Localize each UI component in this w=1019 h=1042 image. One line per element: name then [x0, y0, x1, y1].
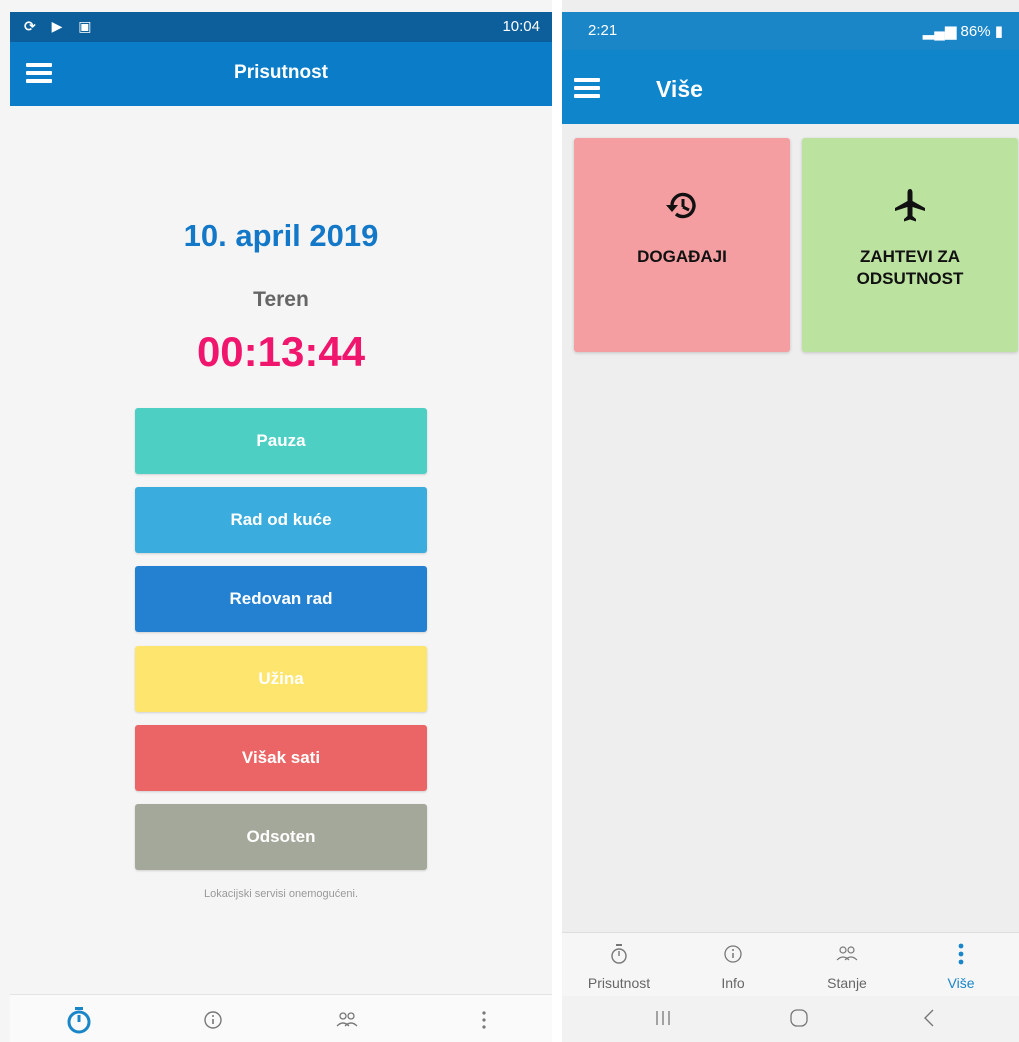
- current-date: 10. april 2019: [183, 218, 379, 253]
- home-icon[interactable]: [784, 1006, 814, 1030]
- battery-percent: 86%: [960, 23, 991, 40]
- nav-label: Prisutnost: [587, 975, 651, 991]
- page-title: Više: [656, 76, 703, 102]
- odsoten-button[interactable]: Odsoten: [135, 804, 427, 870]
- uzina-button[interactable]: Užina: [135, 646, 427, 712]
- tile-label: ZAHTEVI ZA ODSUTNOST: [856, 247, 964, 288]
- signal-icon: ▂▄▆: [922, 23, 961, 40]
- people-icon: [790, 941, 904, 967]
- nav-label: Info: [721, 975, 745, 991]
- status-battery: ▂▄▆ 86% ▮: [923, 22, 1003, 40]
- history-icon: [662, 186, 702, 226]
- nav-stanje[interactable]: Stanje: [790, 933, 904, 997]
- pauza-button[interactable]: Pauza: [135, 408, 427, 474]
- status-time: 10:04: [502, 18, 540, 35]
- nav-prisutnost[interactable]: Prisutnost: [562, 933, 676, 997]
- people-icon[interactable]: [332, 1005, 362, 1035]
- dogadjaji-tile[interactable]: DOGAĐAJI: [574, 138, 790, 352]
- recent-apps-icon[interactable]: [648, 1006, 678, 1030]
- info-icon[interactable]: [198, 1005, 228, 1035]
- menu-icon[interactable]: [574, 78, 600, 98]
- app-bar: Prisutnost: [10, 42, 552, 106]
- visak-sati-button[interactable]: Višak sati: [135, 725, 427, 791]
- more-icon: [904, 941, 1018, 967]
- attendance-panel: 10. april 2019 Teren 00:13:44 Pauza Rad …: [10, 106, 552, 994]
- battery-icon: ▮: [990, 23, 1003, 40]
- status-bar: ⟳ ▶ ▣ 10:04: [10, 12, 552, 42]
- current-status: Teren: [253, 288, 309, 311]
- right-phone-screen: 2:21 ▂▄▆ 86% ▮ Više DOGAĐAJI ZAHTEVI ZA …: [562, 0, 1019, 1042]
- more-icon[interactable]: [469, 1005, 499, 1035]
- stopwatch-icon[interactable]: [64, 1005, 94, 1035]
- redovan-rad-button[interactable]: Redovan rad: [135, 566, 427, 632]
- airplane-icon: [890, 186, 930, 226]
- status-time: 2:21: [588, 22, 618, 39]
- bottom-navigation: [10, 994, 552, 1042]
- nav-vise[interactable]: Više: [904, 933, 1018, 997]
- stopwatch-icon: [562, 941, 676, 967]
- status-bar: 2:21 ▂▄▆ 86% ▮: [562, 12, 1019, 50]
- bottom-navigation: Prisutnost Info Stanje Više: [562, 932, 1019, 997]
- system-navigation-bar: [562, 996, 1019, 1042]
- zahtevi-za-odsutnost-tile[interactable]: ZAHTEVI ZA ODSUTNOST: [802, 138, 1018, 352]
- tile-label: DOGAĐAJI: [637, 247, 727, 266]
- screen-divider: [552, 0, 562, 1042]
- elapsed-timer: 00:13:44: [196, 328, 366, 375]
- location-note: Lokacijski servisi onemogućeni.: [203, 888, 359, 900]
- rad-od-kuce-button[interactable]: Rad od kuće: [135, 487, 427, 553]
- left-phone-screen: ⟳ ▶ ▣ 10:04 Prisutnost 10. april 2019 Te…: [0, 0, 552, 1042]
- info-icon: [676, 941, 790, 967]
- back-icon[interactable]: [914, 1006, 944, 1030]
- nav-label: Stanje: [827, 975, 867, 991]
- page-title: Prisutnost: [234, 62, 328, 83]
- nav-info[interactable]: Info: [676, 933, 790, 997]
- app-bar: Više: [562, 50, 1019, 124]
- notification-icons: ⟳ ▶ ▣: [24, 18, 98, 34]
- nav-label: Više: [947, 975, 975, 991]
